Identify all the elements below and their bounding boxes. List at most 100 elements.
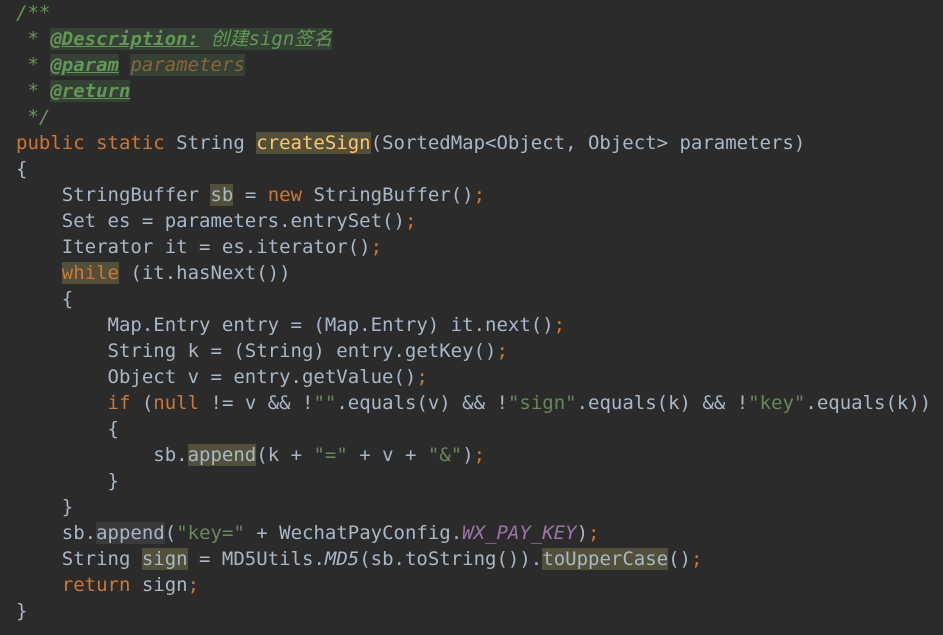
code-token: .equals(k)) [805,392,932,414]
code-token: .equals(v) && ! [336,392,508,414]
code-token: ; [404,210,417,232]
code-token: if [107,392,142,414]
code-token: StringBuffer() [313,184,474,206]
code-token: + v + [347,444,428,466]
code-token: WX_PAY_KEY [462,522,577,544]
code-token: String [61,548,142,570]
code-token: "key=" [176,522,245,544]
code-line: { [16,156,27,182]
code-token: sign [141,574,188,596]
code-line: return sign; [16,572,199,598]
code-token: while [61,262,119,284]
code-line: } [16,468,119,494]
code-token: = MD5Utils. [187,548,325,570]
code-line: StringBuffer sb = new StringBuffer(); [16,182,485,208]
code-token: Map.Entry entry = (Map.Entry) it.next() [107,314,554,336]
code-token: static [96,132,177,154]
code-token: append [187,444,257,466]
code-token: "" [313,392,337,414]
code-token: * [27,28,51,50]
code-token: String k = (String) entry.getKey() [107,340,497,362]
code-line: } [16,598,27,624]
code-line: * @param parameters [16,52,245,78]
code-line: * @return [16,78,131,104]
code-line: */ [16,104,50,130]
code-token: "&" [427,444,463,466]
code-token: } [107,470,119,492]
code-token: MD5 [324,548,360,570]
code-line: public static String createSign(SortedMa… [16,130,805,156]
code-line: Object v = entry.getValue(); [16,364,428,390]
code-token: sb. [153,444,188,466]
code-editor[interactable]: /** * @Description: 创建sign签名 * @param pa… [0,0,943,635]
code-token: ; [496,340,508,362]
code-token: * [27,80,51,102]
code-line: * @Description: 创建sign签名 [16,26,333,52]
code-token: Iterator it = es.iterator() [61,236,371,258]
code-token: append [96,522,165,544]
code-token: Set es = parameters.entrySet() [61,210,405,232]
code-token: /** [16,2,51,24]
code-token: .equals(k) && ! [576,392,749,414]
code-line: String sign = MD5Utils.MD5(sb.toString()… [16,546,702,572]
code-token: new [267,184,314,206]
code-line: Set es = parameters.entrySet(); [16,208,417,234]
code-token: ; [473,444,486,466]
code-line: sb.append(k + "=" + v + "&"); [16,442,485,468]
code-token: != v && ! [210,392,314,414]
code-token: ; [187,574,200,596]
code-token: public [16,132,97,154]
code-token: } [16,600,28,622]
code-line: sb.append("key=" + WechatPayConfig.WX_PA… [16,520,599,546]
code-token: ; [416,366,428,388]
code-line: /** [16,0,50,26]
code-token: sb [210,184,234,206]
code-token: ; [588,522,600,544]
code-token: (sb.toString()). [359,548,543,570]
code-token: "sign" [507,392,577,414]
code-line: { [16,286,73,312]
code-line: Map.Entry entry = (Map.Entry) it.next(); [16,312,566,338]
code-token: return [61,574,142,596]
code-token: * [27,54,51,76]
code-token: sb. [61,522,97,544]
code-token: "=" [313,444,348,466]
code-token: null [153,392,211,414]
code-token: { [16,158,28,180]
code-line: Iterator it = es.iterator(); [16,234,382,260]
code-token: createSign [256,132,371,154]
code-token: (k + [256,444,314,466]
code-token: "key" [748,392,806,414]
code-token: String [176,132,257,154]
code-token: ; [473,184,486,206]
code-token: = [233,184,268,206]
code-token: ; [690,548,703,570]
code-token: ; [553,314,566,336]
code-token: parameters [130,54,245,76]
code-token: } [61,496,74,518]
code-token: @Description: [50,28,200,50]
code-token: { [61,288,74,310]
code-line: while (it.hasNext()) [16,260,291,286]
code-token: */ [27,106,51,128]
code-token: () [668,548,691,570]
code-line: { [16,416,119,442]
